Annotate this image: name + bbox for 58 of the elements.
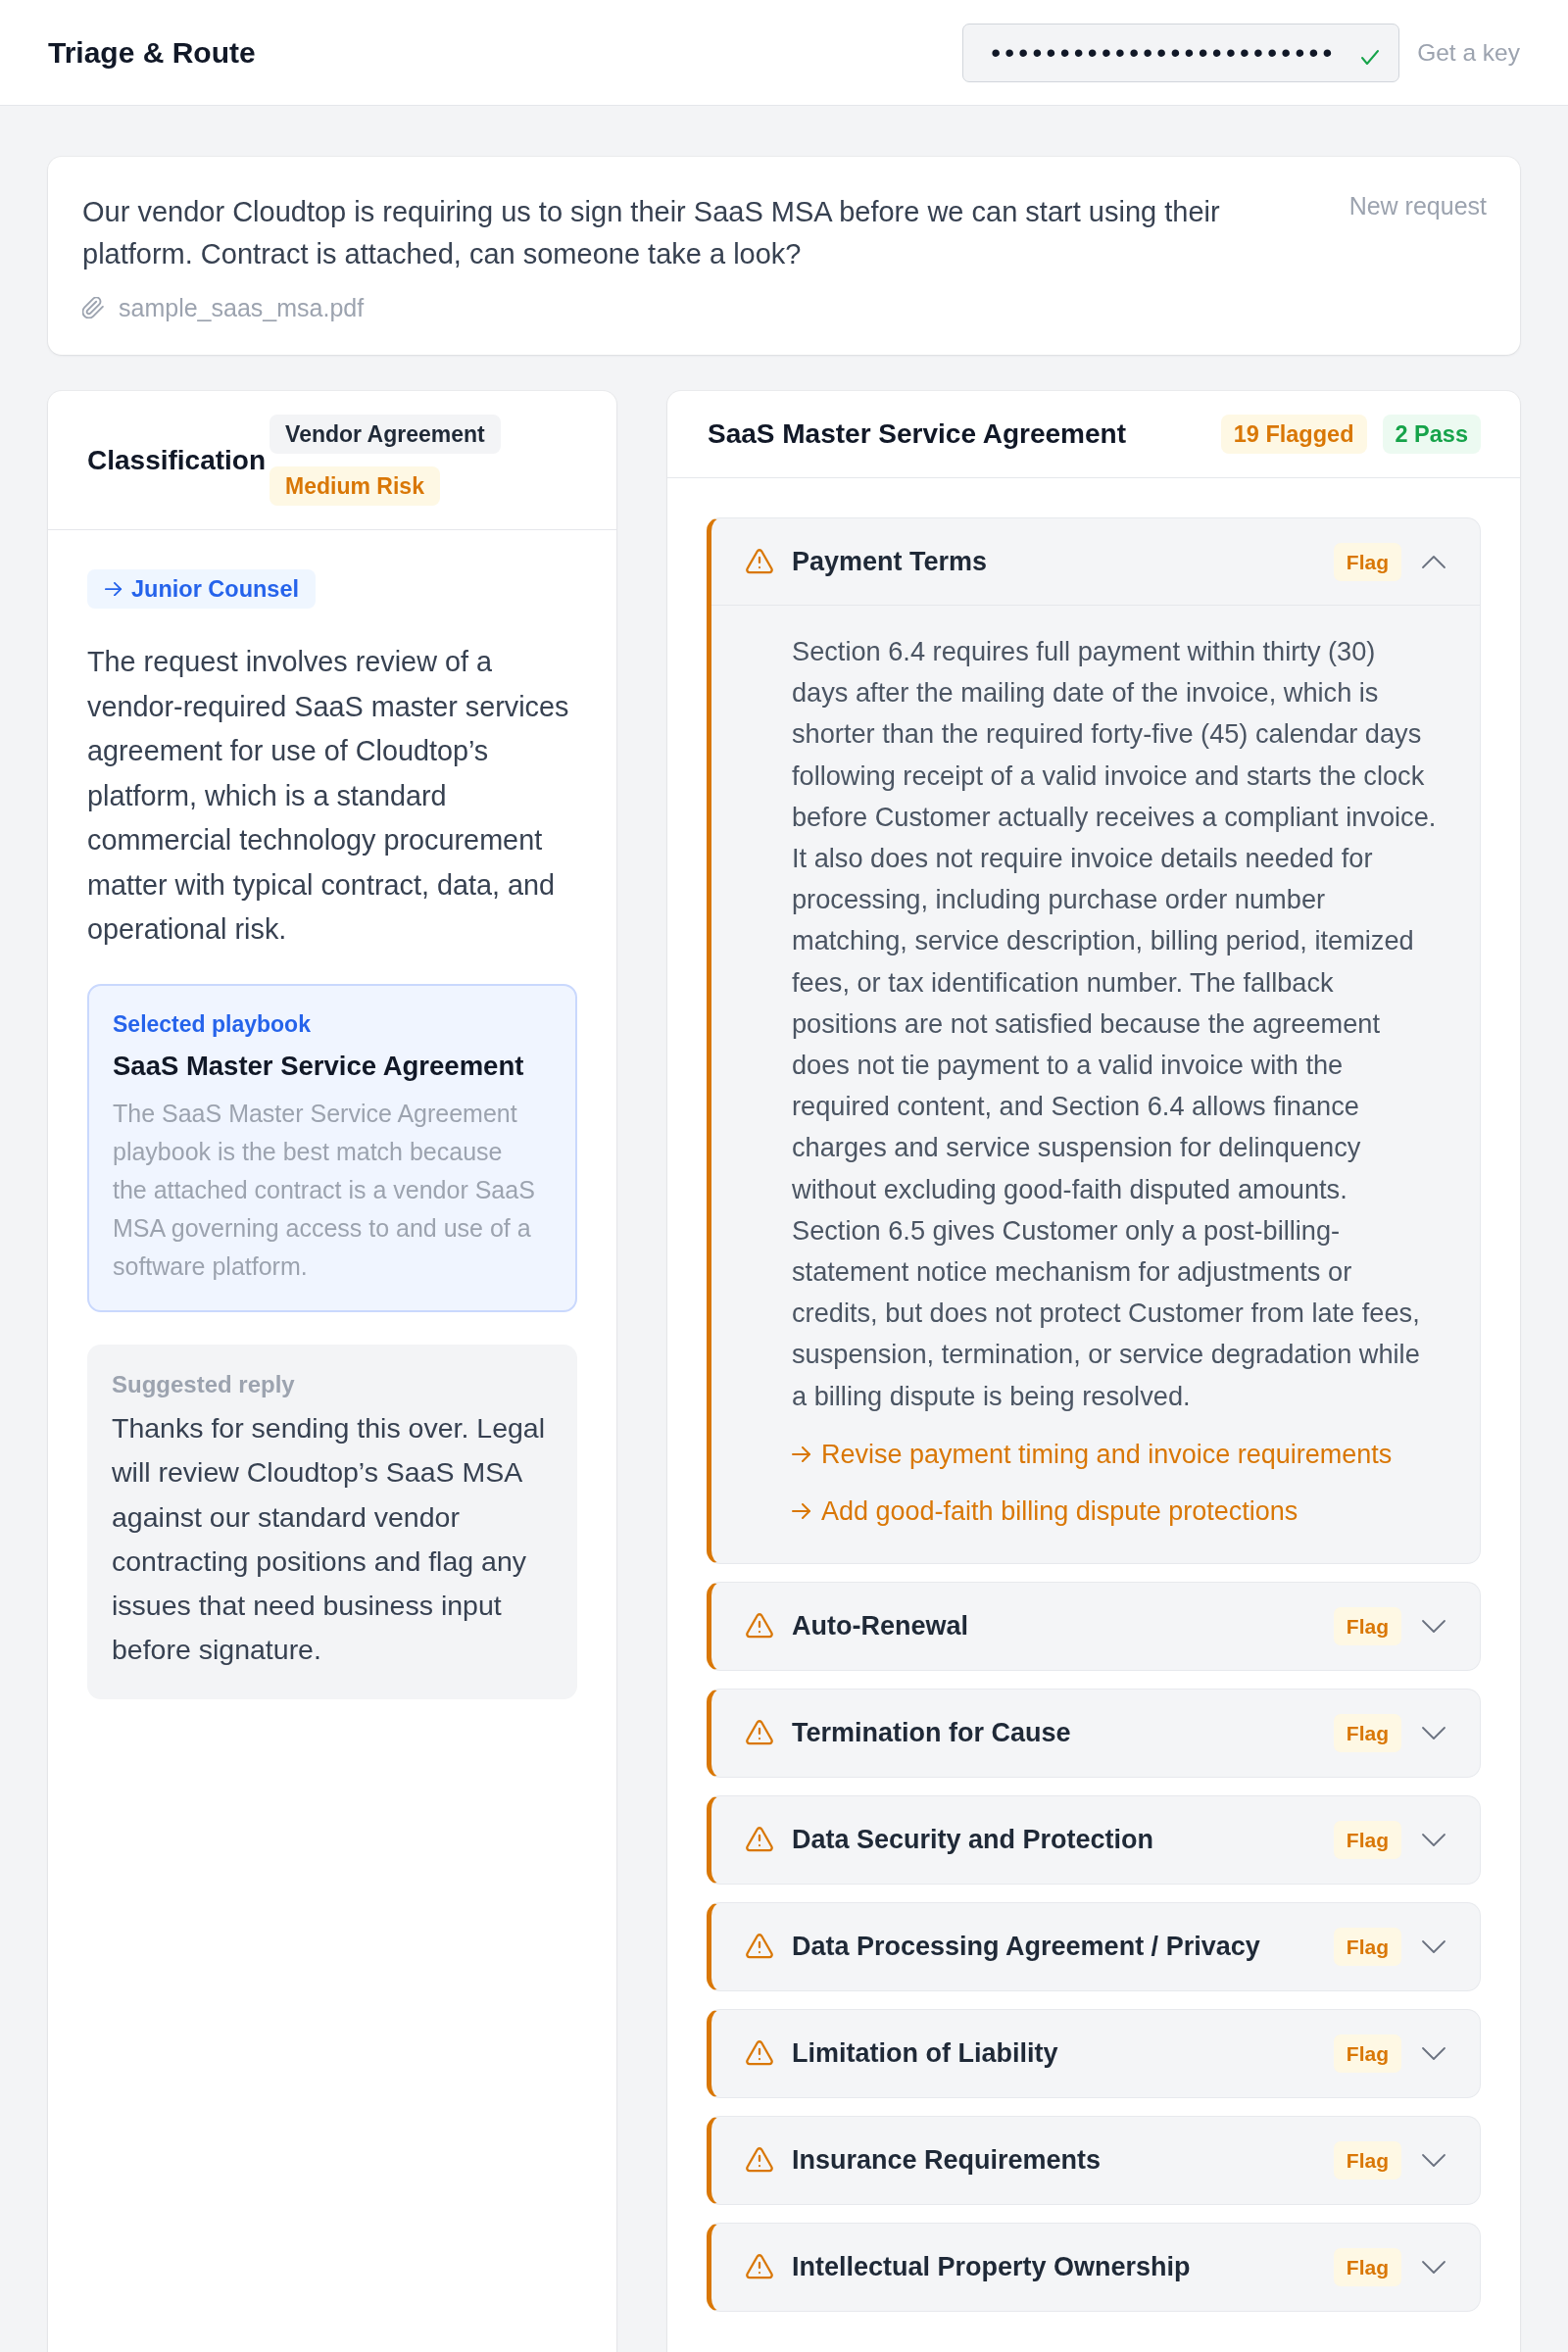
app-title: Triage & Route	[48, 34, 257, 71]
status-badge: Flag	[1333, 542, 1401, 581]
api-key-field[interactable]: •••••••••••••••••••••••••	[962, 23, 1400, 82]
review-title: SaaS Master Service Agreement	[708, 417, 1127, 451]
status-badge: Flag	[1333, 2247, 1401, 2286]
playbook-reason: The SaaS Master Service Agreement playbook is the best match because the attached contract is a vendor SaaS MSA governing access to and use of a software platform.	[113, 1099, 536, 1282]
chevron-down-icon[interactable]	[1421, 2152, 1446, 2168]
risk-badge: Medium Risk	[270, 466, 440, 506]
pass-count-badge: 2 Pass	[1382, 415, 1481, 454]
warning-icon	[746, 2147, 773, 2174]
get-key-link[interactable]: Get a key	[1417, 37, 1520, 68]
playbook-title: SaaS Master Service Agreement	[113, 1049, 525, 1083]
clause-title: Limitation of Liability	[792, 2037, 1059, 2071]
route-label: Junior Counsel	[131, 575, 300, 604]
paperclip-icon	[82, 297, 104, 318]
clause-title: Insurance Requirements	[792, 2144, 1102, 2178]
flagged-count-badge: 19 Flagged	[1220, 415, 1367, 454]
arrow-right-icon	[792, 1502, 811, 1519]
warning-icon	[746, 1613, 773, 1640]
suggested-reply-label: Suggested reply	[112, 1369, 296, 1399]
chevron-down-icon[interactable]	[1421, 1832, 1446, 1847]
status-badge: Flag	[1333, 1927, 1401, 1966]
status-badge: Flag	[1333, 1820, 1401, 1859]
warning-icon	[746, 2254, 773, 2280]
status-badge: Flag	[1333, 1713, 1401, 1752]
request-message: Our vendor Cloudtop is requiring us to sign their SaaS MSA before we can start using their platform. Contract is attached, can someone take a look?	[82, 195, 1221, 271]
clause-title: Termination for Cause	[792, 1717, 1072, 1750]
clause-title: Intellectual Property Ownership	[792, 2251, 1192, 2284]
status-badge: Flag	[1333, 1606, 1401, 1645]
warning-icon	[746, 2040, 773, 2067]
clause-title: Auto-Renewal	[792, 1610, 969, 1643]
clause-detail: Section 6.4 requires full payment within thirty (30) days after the mailing date of the invoice, which is shorter than the required forty-five (45) calendar days following receipt of a valid invoice and starts the clock before Customer actually receives a compliant invoice. It also does not require invoice details needed for processing, including purchase order number matching, service description, billing period, itemized fees, or tax identification number. The fallback positions are not satisfied because the agreement does not tie payment to a valid invoice with the required content, and Section 6.4 allows finance charges and service suspension for delinquency without excluding good-faith disputed amounts. Section 6.5 gives Customer only a post-billing-statement notice mechanism for adjustments or credits, but does not protect Customer from late fees, suspension, termination, or service degradation while a billing dispute is being resolved.	[792, 635, 1438, 1413]
warning-icon	[746, 549, 773, 574]
clause-title: Payment Terms	[792, 546, 989, 578]
status-badge: Flag	[1333, 2034, 1401, 2073]
suggestion-link[interactable]: Add good-faith billing dispute protections	[792, 1491, 1298, 1531]
classification-summary: The request involves review of a vendor-required SaaS master services agreement for use of Cloudtop’s platform, which is a standard commercial technology procurement matter with typical contract, data, and operational risk.	[87, 645, 570, 947]
category-badge: Vendor Agreement	[270, 415, 501, 454]
chevron-down-icon[interactable]	[1421, 1618, 1446, 1634]
status-badge: Flag	[1333, 2140, 1401, 2180]
suggestion-link[interactable]: Revise payment timing and invoice requirements	[792, 1434, 1393, 1474]
warning-icon	[746, 1934, 773, 1960]
arrow-right-icon	[792, 1446, 811, 1462]
clause-title: Data Security and Protection	[792, 1824, 1155, 1857]
attachment-link[interactable]: sample_saas_msa.pdf	[119, 293, 365, 322]
chevron-down-icon[interactable]	[1421, 1938, 1446, 1954]
chevron-down-icon[interactable]	[1421, 2045, 1446, 2061]
suggested-reply-text: Thanks for sending this over. Legal will review Cloudtop’s SaaS MSA against our standard vendor contracting positions and flag any issues that need business input before signature.	[112, 1411, 546, 1668]
chevron-down-icon[interactable]	[1421, 1725, 1446, 1740]
panel-title: Classification	[87, 443, 267, 477]
chevron-up-icon[interactable]	[1421, 554, 1446, 569]
playbook-label: Selected playbook	[113, 1009, 312, 1039]
clause-title: Data Processing Agreement / Privacy	[792, 1931, 1261, 1964]
arrow-right-icon	[105, 581, 122, 597]
warning-icon	[746, 1827, 773, 1853]
request-status: New request	[1348, 191, 1487, 220]
warning-icon	[746, 1720, 773, 1746]
chevron-down-icon[interactable]	[1421, 2259, 1446, 2275]
